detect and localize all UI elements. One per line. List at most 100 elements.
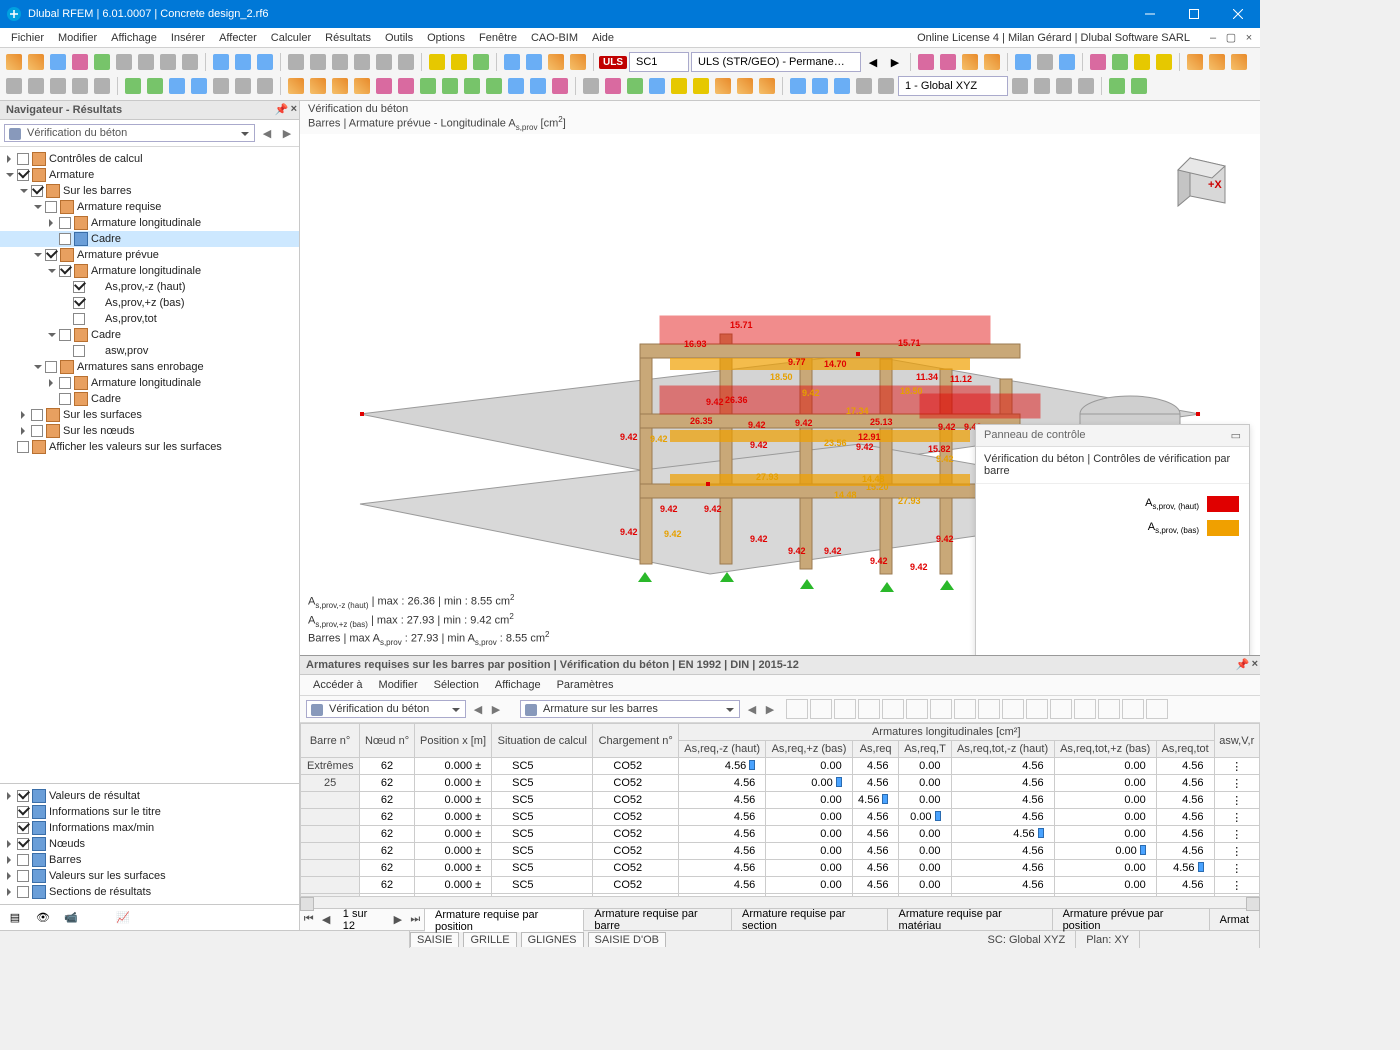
table-row[interactable]: Extrêmes620.000 ±SC5CO524.560.004.560.00… bbox=[301, 758, 1260, 775]
results-tool-button[interactable] bbox=[954, 699, 976, 719]
toolbar-button[interactable] bbox=[528, 76, 548, 96]
mdi-restore-icon[interactable]: ▢ bbox=[1224, 31, 1238, 45]
toolbar-button[interactable] bbox=[625, 76, 645, 96]
toolbar-button[interactable] bbox=[123, 76, 143, 96]
tree-item[interactable]: Contrôles de calcul bbox=[49, 153, 143, 165]
status-tab-glignes[interactable]: GLIGNES bbox=[521, 932, 584, 947]
toolbar-button[interactable] bbox=[647, 76, 667, 96]
results-tab[interactable]: Armature requise par matériau bbox=[888, 909, 1052, 930]
coord-system-dropdown[interactable]: 1 - Global XYZ bbox=[898, 76, 1008, 96]
toolbar-button[interactable] bbox=[440, 76, 460, 96]
toolbar-button[interactable] bbox=[788, 76, 808, 96]
table-row[interactable]: 620.000 ±SC5CO524.560.004.560.004.560.00… bbox=[301, 809, 1260, 826]
pin-icon[interactable]: 📌 bbox=[275, 103, 289, 116]
tree-item[interactable]: Armature longitudinale bbox=[91, 377, 201, 389]
results-tool-button[interactable] bbox=[786, 699, 808, 719]
pin-icon[interactable]: 📌 bbox=[1236, 658, 1250, 671]
results-tree[interactable]: Contrôles de calcul Armature Sur les bar… bbox=[0, 147, 299, 783]
toolbar-button[interactable] bbox=[691, 76, 711, 96]
toolbar-button[interactable] bbox=[352, 52, 372, 72]
toolbar-button[interactable] bbox=[189, 76, 209, 96]
toolbar-button[interactable] bbox=[286, 52, 306, 72]
toolbar-button[interactable] bbox=[713, 76, 733, 96]
table-row[interactable]: 620.000 ±SC5CO524.560.004.560.004.560.00… bbox=[301, 877, 1260, 894]
nav-tab-results-icon[interactable]: 📈 bbox=[114, 909, 132, 927]
menu-outils[interactable]: Outils bbox=[378, 30, 420, 46]
toolbar-button[interactable] bbox=[1076, 76, 1096, 96]
results-tool-button[interactable] bbox=[978, 699, 1000, 719]
table-row[interactable]: 620.000 ±SC5CO524.560.004.560.004.560.00… bbox=[301, 843, 1260, 860]
tree-item[interactable]: Sections de résultats bbox=[49, 886, 151, 898]
toolbar-button[interactable] bbox=[286, 76, 306, 96]
results-tool-button[interactable] bbox=[930, 699, 952, 719]
toolbar-button[interactable] bbox=[4, 52, 24, 72]
toolbar-button[interactable] bbox=[449, 52, 469, 72]
col-c5[interactable]: As,req,tot,-z (haut) bbox=[951, 741, 1054, 758]
toolbar-button[interactable] bbox=[308, 76, 328, 96]
toolbar-button[interactable] bbox=[960, 52, 980, 72]
maximize-button[interactable] bbox=[1172, 0, 1216, 28]
toolbar-button[interactable] bbox=[982, 52, 1002, 72]
toolbar-button[interactable] bbox=[70, 52, 90, 72]
toolbar-button[interactable] bbox=[233, 76, 253, 96]
toolbar-button[interactable] bbox=[330, 76, 350, 96]
tree-item[interactable]: Cadre bbox=[91, 329, 121, 341]
toolbar-button[interactable] bbox=[854, 76, 874, 96]
toolbar-button[interactable] bbox=[427, 52, 447, 72]
col-barre[interactable]: Barre n° bbox=[301, 724, 360, 758]
minimize-button[interactable] bbox=[1128, 0, 1172, 28]
toolbar-button[interactable] bbox=[1057, 52, 1077, 72]
tree-item[interactable]: Armature bbox=[49, 169, 94, 181]
toolbar-button[interactable] bbox=[180, 52, 200, 72]
toolbar-button[interactable] bbox=[1132, 52, 1152, 72]
toolbar-button[interactable] bbox=[26, 76, 46, 96]
col-sit[interactable]: Situation de calcul bbox=[492, 724, 593, 758]
toolbar-button[interactable] bbox=[4, 76, 24, 96]
results-tool-button[interactable] bbox=[906, 699, 928, 719]
model-viewport[interactable]: 15.7116.9315.719.7714.7011.3411.129.4226… bbox=[300, 134, 1260, 655]
results-tab[interactable]: Armature requise par position bbox=[425, 910, 584, 932]
col-c6[interactable]: As,req,tot,+z (bas) bbox=[1054, 741, 1156, 758]
toolbar-button[interactable] bbox=[546, 52, 566, 72]
tree-item[interactable]: Afficher les valeurs sur les surfaces bbox=[49, 441, 222, 453]
tree-item[interactable]: As,prov,tot bbox=[105, 313, 157, 325]
status-tab-saisie[interactable]: SAISIE bbox=[410, 932, 459, 947]
toolbar-button[interactable] bbox=[506, 76, 526, 96]
nav-tab-eye-icon[interactable]: 👁 bbox=[34, 909, 52, 927]
toolbar-button[interactable] bbox=[1107, 76, 1127, 96]
table-row[interactable]: 25620.000 ±SC5CO524.560.004.560.004.560.… bbox=[301, 775, 1260, 792]
toolbar-button[interactable] bbox=[462, 76, 482, 96]
toolbar-button[interactable] bbox=[92, 52, 112, 72]
results-tool-button[interactable] bbox=[1122, 699, 1144, 719]
mdi-minimize-icon[interactable]: – bbox=[1206, 31, 1220, 45]
tree-item[interactable]: Nœuds bbox=[49, 838, 85, 850]
results-table[interactable]: Barre n° Nœud n° Position x [m] Situatio… bbox=[300, 723, 1260, 896]
results-tool-button[interactable] bbox=[810, 699, 832, 719]
results-tool-button[interactable] bbox=[1050, 699, 1072, 719]
toolbar-button[interactable] bbox=[136, 52, 156, 72]
toolbar-button[interactable] bbox=[1110, 52, 1130, 72]
toolbar-button[interactable] bbox=[502, 52, 522, 72]
status-tab-saisie-ob[interactable]: SAISIE D'OB bbox=[588, 932, 666, 947]
toolbar-button[interactable] bbox=[255, 52, 275, 72]
tree-item[interactable]: As,prov,-z (haut) bbox=[105, 281, 186, 293]
tree-item[interactable]: Armature longitudinale bbox=[91, 217, 201, 229]
toolbar-button[interactable] bbox=[211, 52, 231, 72]
next-icon[interactable]: ▶ bbox=[762, 701, 778, 717]
results-category-dropdown[interactable]: Armature sur les barres bbox=[520, 700, 740, 718]
tree-item[interactable]: Informations sur le titre bbox=[49, 806, 161, 818]
results-tool-button[interactable] bbox=[834, 699, 856, 719]
results-tool-button[interactable] bbox=[1002, 699, 1024, 719]
results-tool-button[interactable] bbox=[1146, 699, 1168, 719]
toolbar-button[interactable] bbox=[374, 52, 394, 72]
toolbar-button[interactable] bbox=[568, 52, 588, 72]
prev-icon[interactable]: ◀ bbox=[744, 701, 760, 717]
col-group[interactable]: Armatures longitudinales [cm²] bbox=[678, 724, 1214, 741]
load-combo-dropdown[interactable]: ULS (STR/GEO) - Permane… bbox=[691, 52, 861, 72]
toolbar-button[interactable] bbox=[1207, 52, 1227, 72]
toolbar-button[interactable] bbox=[1010, 76, 1030, 96]
toolbar-button[interactable] bbox=[471, 52, 491, 72]
col-charg[interactable]: Chargement n° bbox=[593, 724, 679, 758]
toolbar-button[interactable] bbox=[1185, 52, 1205, 72]
toolbar-button[interactable] bbox=[330, 52, 350, 72]
